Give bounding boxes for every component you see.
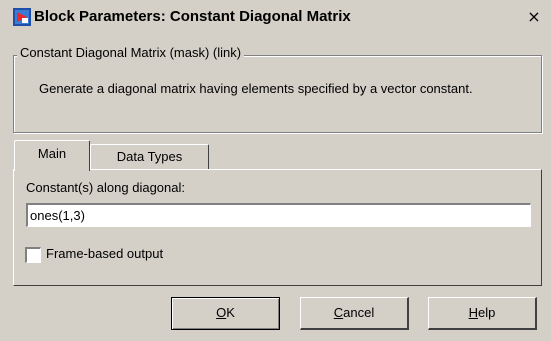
window-title: Block Parameters: Constant Diagonal Matr… xyxy=(34,8,351,25)
ok-button[interactable]: OK xyxy=(171,297,280,330)
ok-label-rest: K xyxy=(226,305,235,320)
groupbox-legend: Constant Diagonal Matrix (mask) (link) xyxy=(17,45,245,60)
frame-based-output-checkbox[interactable] xyxy=(25,247,41,263)
help-mnemonic: H xyxy=(468,305,479,320)
cancel-button[interactable]: Cancel xyxy=(300,297,409,330)
block-description: Generate a diagonal matrix having elemen… xyxy=(39,81,473,96)
help-label-rest: elp xyxy=(478,305,496,320)
cancel-mnemonic: C xyxy=(333,305,344,320)
help-button[interactable]: Help xyxy=(428,297,537,330)
title-bar[interactable]: Block Parameters: Constant Diagonal Matr… xyxy=(2,2,549,32)
block-parameters-dialog: Block Parameters: Constant Diagonal Matr… xyxy=(0,0,551,341)
frame-based-output-label[interactable]: Frame-based output xyxy=(46,246,163,261)
cancel-label-rest: ancel xyxy=(343,305,375,320)
constant-diagonal-input[interactable] xyxy=(26,203,531,227)
ok-mnemonic: O xyxy=(216,305,227,320)
constant-diagonal-label: Constant(s) along diagonal: xyxy=(26,180,185,195)
close-icon[interactable]: × xyxy=(524,8,544,26)
tab-main[interactable]: Main xyxy=(14,140,90,171)
tab-data-types[interactable]: Data Types xyxy=(90,144,209,170)
simulink-block-icon xyxy=(13,8,31,26)
